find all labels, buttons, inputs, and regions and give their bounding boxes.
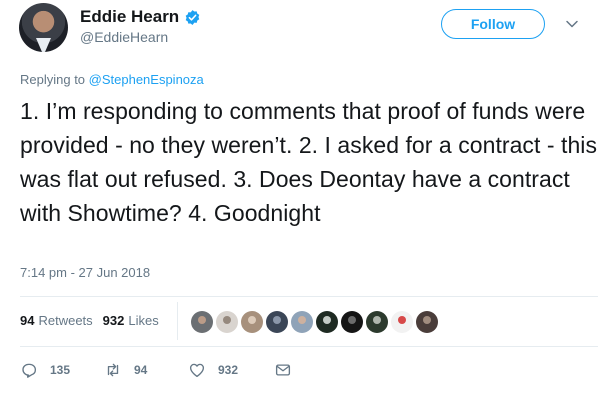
display-name[interactable]: Eddie Hearn	[80, 7, 179, 27]
liker-avatar-face	[348, 316, 356, 324]
liker-avatar-face	[298, 316, 306, 324]
liker-avatar-face	[198, 316, 206, 324]
verified-badge-icon	[184, 9, 201, 26]
tweet-timestamp[interactable]: 7:14 pm - 27 Jun 2018	[20, 265, 150, 280]
liker-avatar[interactable]	[266, 311, 288, 333]
tweet-card: Eddie Hearn @EddieHearn Follow Replying …	[0, 0, 616, 401]
liker-avatars	[191, 311, 441, 333]
retweets-stat[interactable]: 94 Retweets	[20, 313, 93, 328]
follow-button[interactable]: Follow	[441, 9, 545, 39]
liker-avatar[interactable]	[291, 311, 313, 333]
liker-avatar[interactable]	[416, 311, 438, 333]
heart-icon	[189, 363, 205, 378]
likes-stat[interactable]: 932 Likes	[103, 313, 159, 328]
chevron-down-icon[interactable]	[565, 17, 579, 31]
reply-count: 135	[50, 363, 71, 377]
replying-to-prefix: Replying to	[20, 72, 89, 87]
user-name-row: Eddie Hearn	[80, 7, 201, 27]
avatar[interactable]	[19, 3, 68, 52]
liker-avatar-face	[223, 316, 231, 324]
divider-top	[20, 296, 598, 297]
retweet-button[interactable]: 94	[104, 361, 188, 379]
divider-bottom	[20, 346, 598, 347]
liker-avatar[interactable]	[391, 311, 413, 333]
liker-avatar[interactable]	[191, 311, 213, 333]
user-handle[interactable]: @EddieHearn	[80, 29, 168, 45]
likes-stat-label: Likes	[128, 313, 159, 328]
liker-avatar-face	[423, 316, 431, 324]
likes-stat-count: 932	[102, 313, 125, 328]
tweet-text: 1. I’m responding to comments that proof…	[20, 98, 597, 226]
liker-avatar-face	[323, 316, 331, 324]
reply-mention-link[interactable]: @StephenEspinoza	[89, 72, 204, 87]
liker-avatar[interactable]	[216, 311, 238, 333]
liker-avatar-face	[398, 316, 406, 324]
direct-message-button[interactable]	[274, 361, 304, 379]
liker-avatar[interactable]	[341, 311, 363, 333]
tweet-stats: 94 Retweets 932 Likes	[20, 313, 169, 328]
envelope-icon	[275, 364, 291, 376]
avatar-shirt	[36, 38, 51, 52]
liker-avatar-face	[273, 316, 281, 324]
retweet-count: 94	[134, 363, 148, 377]
liker-avatar-face	[373, 316, 381, 324]
retweet-icon	[107, 363, 119, 377]
liker-avatar-face	[248, 316, 256, 324]
liker-avatar[interactable]	[316, 311, 338, 333]
liker-avatar[interactable]	[241, 311, 263, 333]
reply-button[interactable]: 135	[20, 361, 104, 379]
retweets-stat-label: Retweets	[38, 313, 93, 328]
replying-to: Replying to @StephenEspinoza	[20, 72, 204, 87]
tweet-actions: 135 94 932	[20, 361, 304, 379]
stats-separator	[177, 302, 178, 340]
like-button[interactable]: 932	[188, 361, 274, 379]
liker-avatar[interactable]	[366, 311, 388, 333]
like-count: 932	[218, 363, 239, 377]
retweets-stat-count: 94	[20, 313, 35, 328]
reply-icon	[22, 363, 37, 378]
